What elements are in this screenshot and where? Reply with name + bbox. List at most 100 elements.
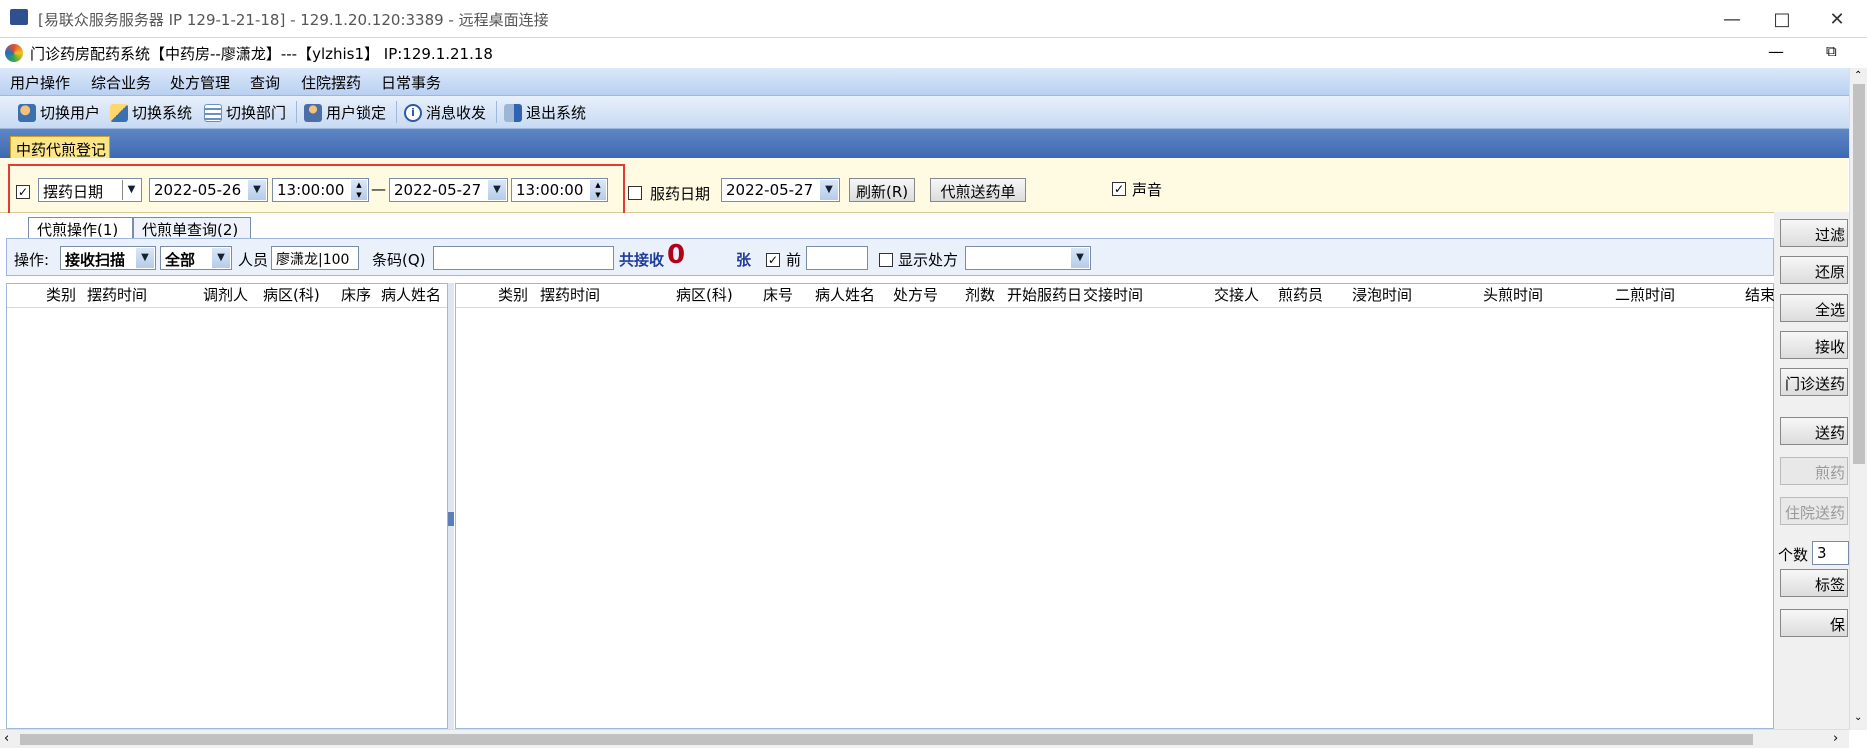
switch-system-button[interactable]: 切换系统 <box>110 102 192 123</box>
left-col-ward[interactable]: 病区(科) <box>263 284 320 308</box>
tab-decoction-query[interactable]: 代煎单查询(2) <box>133 217 251 239</box>
refresh-button[interactable]: 刷新(R) <box>849 178 915 202</box>
restore-button[interactable]: 还原 <box>1780 256 1848 284</box>
take-date-checkbox[interactable] <box>628 186 642 200</box>
count-input[interactable]: 3 <box>1812 541 1849 565</box>
scroll-thumb[interactable] <box>1853 84 1865 464</box>
date-type-select[interactable]: 摆药日期 ▼ <box>38 178 142 202</box>
chevron-down-icon[interactable]: ▼ <box>1071 248 1089 268</box>
menu-inpatient[interactable]: 住院摆药 <box>301 72 361 93</box>
right-col-dispense-time[interactable]: 摆药时间 <box>540 284 600 308</box>
right-col-bed-no[interactable]: 床号 <box>763 284 793 308</box>
left-grid[interactable] <box>6 283 448 729</box>
show-rx-checkbox[interactable] <box>879 253 893 267</box>
rdp-titlebar: [易联众服务服务器 IP 129-1-21-18] - 129.1.20.120… <box>0 0 1867 38</box>
front-checkbox[interactable]: ✓ <box>766 253 780 267</box>
menu-query[interactable]: 查询 <box>250 72 280 93</box>
take-date-picker[interactable]: 2022-05-27 ▼ <box>721 178 840 202</box>
date-to-picker[interactable]: 2022-05-27 ▼ <box>389 178 508 202</box>
left-col-category[interactable]: 类别 <box>46 284 76 308</box>
toolbar-separator <box>396 101 397 123</box>
select-all-button[interactable]: 全选 <box>1780 294 1848 322</box>
switch-user-button[interactable]: 切换用户 <box>18 102 100 123</box>
right-col-start-date[interactable]: 开始服药日 <box>1007 284 1082 308</box>
decoct-button[interactable]: 煎药 <box>1780 457 1848 485</box>
received-count: 0 <box>667 240 686 270</box>
count-label: 个数 <box>1778 546 1809 564</box>
grid-splitter[interactable] <box>448 283 454 729</box>
tab-decoction-ops[interactable]: 代煎操作(1) <box>28 217 133 239</box>
right-col-rx-no[interactable]: 处方号 <box>893 284 938 308</box>
show-rx-select[interactable]: ▼ <box>965 246 1091 270</box>
switch-department-button[interactable]: 切换部门 <box>204 102 286 123</box>
menu-prescription[interactable]: 处方管理 <box>170 72 230 93</box>
splitter-arrow-icon <box>448 512 454 526</box>
right-col-end[interactable]: 结束 <box>1745 284 1775 308</box>
mode-select[interactable]: 接收扫描 ▼ <box>60 246 156 270</box>
right-grid[interactable] <box>455 283 1774 729</box>
rdp-close-button[interactable]: ✕ <box>1807 0 1867 38</box>
date-from-picker[interactable]: 2022-05-26 ▼ <box>149 178 268 202</box>
right-col-ward[interactable]: 病区(科) <box>676 284 733 308</box>
right-col-second-decoct[interactable]: 二煎时间 <box>1615 284 1675 308</box>
chevron-down-icon[interactable]: ▼ <box>248 180 266 200</box>
chevron-down-icon[interactable]: ▼ <box>136 248 154 268</box>
right-col-patient-name[interactable]: 病人姓名 <box>815 284 875 308</box>
right-col-decocter[interactable]: 煎药员 <box>1278 284 1323 308</box>
left-col-bed-order[interactable]: 床序 <box>341 284 371 308</box>
menu-user-ops[interactable]: 用户操作 <box>10 72 70 93</box>
receive-button[interactable]: 接收 <box>1780 331 1848 359</box>
right-col-category[interactable]: 类别 <box>498 284 528 308</box>
barcode-input[interactable] <box>433 246 614 270</box>
chevron-down-icon[interactable]: ▼ <box>820 180 838 200</box>
app-title: 门诊药房配药系统【中药房--廖潇龙】---【ylzhis1】 IP:129.1.… <box>30 45 493 63</box>
app-minimize-button[interactable]: — <box>1768 42 1784 61</box>
left-col-dispenser[interactable]: 调剂人 <box>203 284 248 308</box>
message-button[interactable]: i 消息收发 <box>404 102 486 123</box>
toolbar-separator <box>296 101 297 123</box>
scroll-right-icon[interactable]: › <box>1833 731 1838 746</box>
right-col-handover-time[interactable]: 交接时间 <box>1083 284 1143 308</box>
chevron-down-icon[interactable]: ▼ <box>212 248 230 268</box>
send-list-button[interactable]: 代煎送药单 <box>930 178 1026 202</box>
rdp-maximize-button[interactable]: □ <box>1752 0 1812 38</box>
tab-chinese-medicine-decoction[interactable]: 中药代煎登记 <box>10 136 110 159</box>
left-col-patient-name[interactable]: 病人姓名 <box>381 284 441 308</box>
right-col-handover-person[interactable]: 交接人 <box>1214 284 1259 308</box>
switch-user-label: 切换用户 <box>40 104 101 122</box>
date-filter-checkbox[interactable]: ✓ <box>16 185 30 199</box>
scroll-left-icon[interactable]: ‹ <box>4 731 9 746</box>
spinner-arrows-icon[interactable]: ▲ ▼ <box>590 180 606 200</box>
filter-button[interactable]: 过滤 <box>1780 219 1848 247</box>
left-col-dispense-time[interactable]: 摆药时间 <box>87 284 147 308</box>
inpatient-send-button[interactable]: 住院送药 <box>1780 497 1848 525</box>
chevron-down-icon[interactable]: ▼ <box>122 180 140 200</box>
vertical-scrollbar[interactable]: ⌃ ⌄ <box>1849 68 1867 730</box>
scope-select[interactable]: 全部 ▼ <box>160 246 232 270</box>
right-col-doses[interactable]: 剂数 <box>965 284 995 308</box>
person-field[interactable]: 廖潇龙|100 <box>271 246 359 270</box>
front-input[interactable] <box>806 246 868 270</box>
right-col-first-decoct[interactable]: 头煎时间 <box>1483 284 1543 308</box>
horizontal-scrollbar[interactable]: ‹ › <box>0 729 1849 748</box>
exit-label: 退出系统 <box>526 104 587 122</box>
scroll-thumb[interactable] <box>20 734 1753 745</box>
save-button[interactable]: 保 <box>1780 609 1848 637</box>
time-from-spinner[interactable]: 13:00:00 ▲ ▼ <box>272 178 369 202</box>
time-to-value: 13:00:00 <box>516 181 584 199</box>
sound-checkbox[interactable]: ✓ <box>1112 182 1126 196</box>
menu-daily[interactable]: 日常事务 <box>381 72 441 93</box>
chevron-down-icon[interactable]: ▼ <box>488 180 506 200</box>
menu-general[interactable]: 综合业务 <box>91 72 151 93</box>
spinner-arrows-icon[interactable]: ▲ ▼ <box>351 180 367 200</box>
user-lock-button[interactable]: 用户锁定 <box>304 102 386 123</box>
label-button[interactable]: 标签 <box>1780 569 1848 597</box>
right-col-soak-time[interactable]: 浸泡时间 <box>1352 284 1412 308</box>
clinic-send-button[interactable]: 门诊送药 <box>1780 368 1848 396</box>
app-restore-button[interactable]: ⧉ <box>1826 42 1837 60</box>
send-button[interactable]: 送药 <box>1780 417 1848 445</box>
exit-button[interactable]: 退出系统 <box>504 102 586 123</box>
scroll-up-icon[interactable]: ⌃ <box>1854 70 1862 81</box>
scroll-down-icon[interactable]: ⌄ <box>1854 712 1862 723</box>
time-to-spinner[interactable]: 13:00:00 ▲ ▼ <box>511 178 608 202</box>
